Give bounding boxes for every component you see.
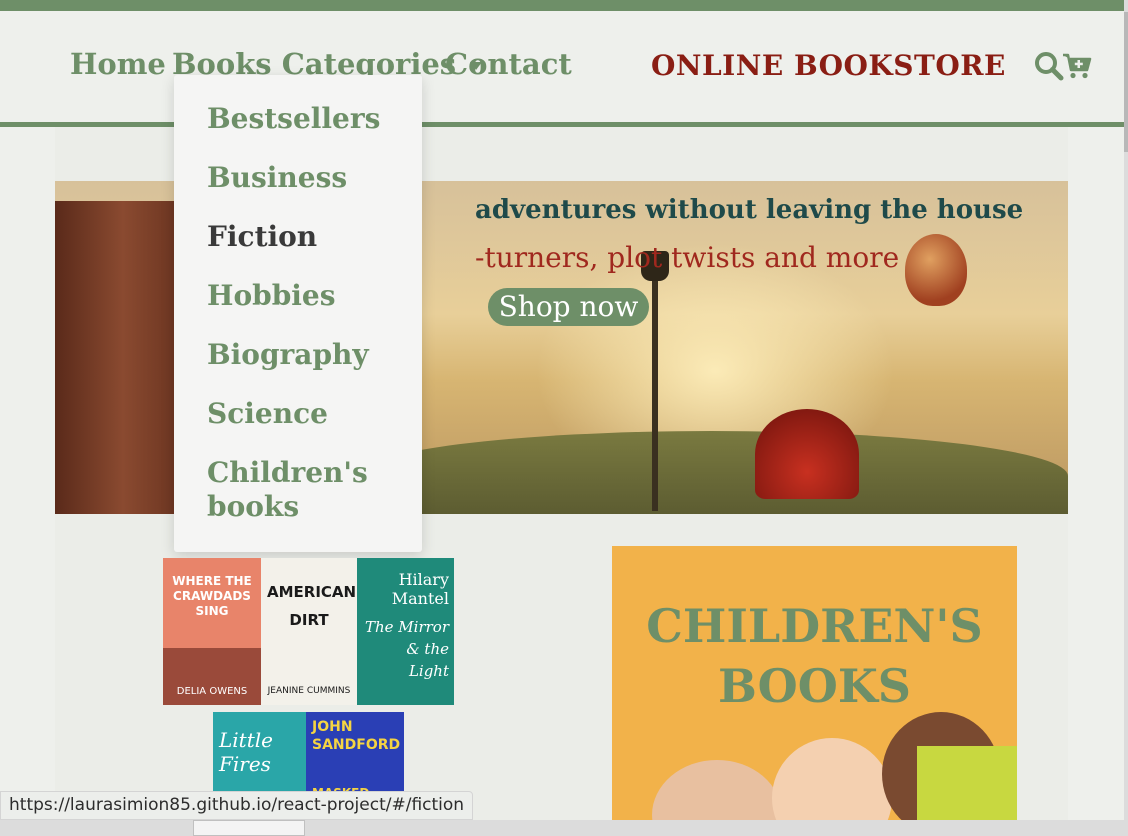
- dropdown-item-hobbies[interactable]: Hobbies: [207, 279, 407, 313]
- dropdown-item-business[interactable]: Business: [207, 161, 407, 195]
- top-accent-strip: [0, 0, 1124, 11]
- dropdown-item-childrens-books[interactable]: Children's books: [207, 456, 407, 524]
- book-author: JEANINE CUMMINS: [267, 686, 351, 696]
- book-title: WHERE THE CRAWDADS SING: [172, 574, 252, 618]
- hero-lamp-post: [652, 271, 658, 511]
- bottom-bar: [0, 820, 1124, 836]
- hero-book-ground: [355, 431, 1068, 514]
- shop-now-button[interactable]: Shop now: [488, 288, 649, 326]
- categories-dropdown: Bestsellers Business Fiction Hobbies Bio…: [174, 75, 422, 552]
- book-cover[interactable]: AMERICAN DIRT JEANINE CUMMINS: [261, 558, 357, 705]
- dropdown-item-bestsellers[interactable]: Bestsellers: [207, 102, 407, 136]
- hero-subtitle: -turners, plot twists and more: [475, 241, 900, 274]
- cart-plus-icon[interactable]: [1062, 52, 1092, 84]
- book-author: DELIA OWENS: [176, 686, 248, 697]
- book-cover[interactable]: WHERE THE CRAWDADS SING DELIA OWENS: [163, 558, 261, 705]
- link-status-bar: https://laurasimion85.github.io/react-pr…: [0, 791, 474, 820]
- book-title: AMERICAN DIRT: [267, 583, 357, 629]
- brand-title: ONLINE BOOKSTORE: [651, 49, 1006, 82]
- childrens-books-title: CHILDREN'S BOOKS: [646, 599, 983, 713]
- hero-balloon: [905, 234, 967, 306]
- nav-home-link[interactable]: Home: [70, 47, 166, 81]
- dropdown-item-science[interactable]: Science: [207, 397, 407, 431]
- dropdown-item-biography[interactable]: Biography: [207, 338, 407, 372]
- hero-umbrella: [755, 409, 859, 499]
- page-scrollbar[interactable]: [1124, 0, 1128, 836]
- book-title: Little Fires: [219, 728, 273, 776]
- book-author: Hilary Mantel: [391, 570, 449, 608]
- navbar: Home Books Categories Contact ONLINE BOO…: [0, 11, 1124, 127]
- book-cover[interactable]: Hilary Mantel The Mirror & the Light: [357, 558, 454, 705]
- nav-contact-link[interactable]: Contact: [445, 47, 572, 81]
- book-title: The Mirror & the Light: [365, 618, 450, 680]
- scrollbar-thumb[interactable]: [1124, 12, 1128, 152]
- dropdown-item-fiction[interactable]: Fiction: [207, 220, 407, 254]
- search-icon[interactable]: [1034, 51, 1064, 85]
- hero-title: adventures without leaving the house: [475, 195, 1024, 225]
- childrens-books-promo[interactable]: CHILDREN'S BOOKS: [612, 546, 1017, 836]
- book-author: JOHN SANDFORD: [312, 719, 401, 753]
- bottom-tab[interactable]: [193, 820, 305, 836]
